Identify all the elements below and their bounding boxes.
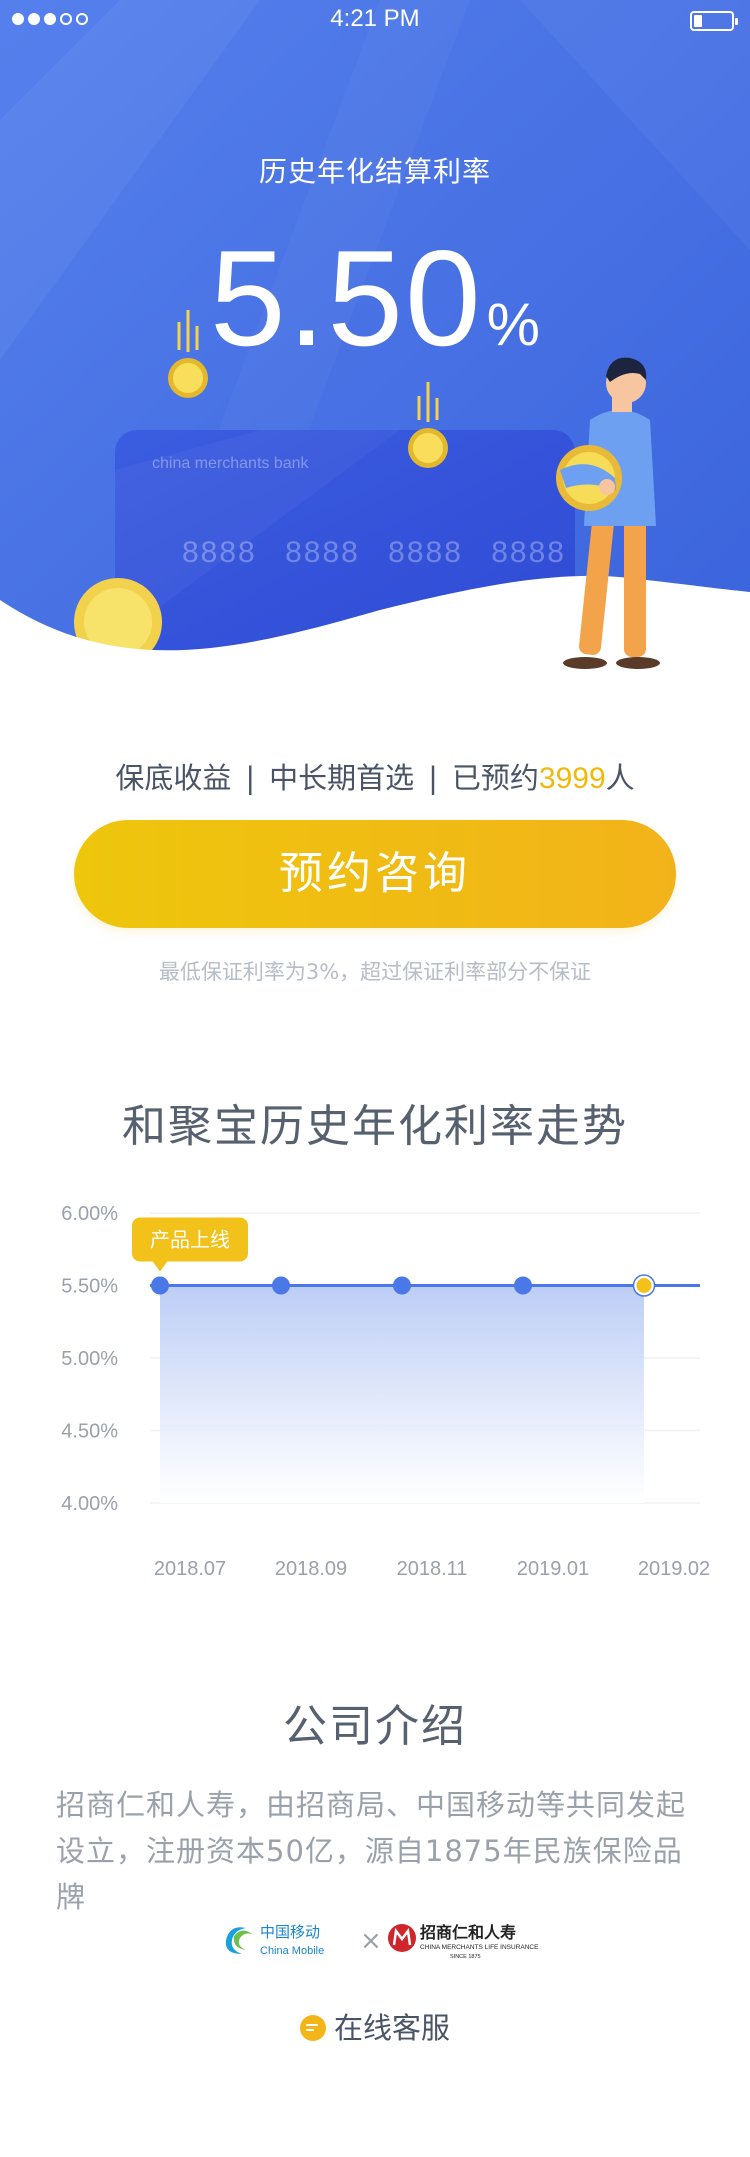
china-mobile-logo: 中国移动 China Mobile xyxy=(225,1923,324,1957)
y-tick-label: 5.50% xyxy=(61,1276,118,1298)
cross-icon: × xyxy=(360,1926,382,1956)
status-time: 4:21 PM xyxy=(330,5,420,32)
partner1-en: China Mobile xyxy=(260,1945,324,1957)
tagline-reserved-prefix: 已预约 xyxy=(451,761,539,795)
book-consultation-button[interactable]: 预约咨询 xyxy=(74,820,676,928)
x-tick-label: 2018.11 xyxy=(397,1558,468,1580)
card-number: 8888 8888 8888 8888 xyxy=(182,536,566,569)
customer-service-label: 在线客服 xyxy=(333,2011,450,2045)
tagline-separator: | xyxy=(428,761,438,795)
rate-trend-chart: 6.00% 5.50% 5.00% 4.50% 4.00% 2018.07 2018.09… xyxy=(61,1203,710,1580)
chart-annotation: 产品上线 xyxy=(132,1217,248,1272)
customer-service-link[interactable]: 在线客服 xyxy=(0,2005,750,2047)
disclaimer-text: 最低保证利率为3%，超过保证利率部分不保证 xyxy=(158,960,592,984)
y-tick-label: 4.50% xyxy=(61,1421,118,1443)
y-tick-label: 5.00% xyxy=(61,1348,118,1370)
x-tick-label: 2018.09 xyxy=(275,1558,347,1580)
tagline-reserved-suffix: 人 xyxy=(605,761,635,795)
chart-point xyxy=(393,1276,411,1295)
rate-value: 5.50% xyxy=(0,220,750,376)
partner2-en: CHINA MERCHANTS LIFE INSURANCE xyxy=(420,1944,539,1951)
intro-line: 招商仁和人寿，由招商局、中国移动等共同发起 xyxy=(56,1788,687,1822)
tagline-term: 中长期首选 xyxy=(269,761,415,795)
annotation-label: 产品上线 xyxy=(150,1228,230,1252)
rate-label: 历史年化结算利率 xyxy=(258,155,491,188)
y-tick-label: 6.00% xyxy=(61,1203,118,1225)
status-bar: 4:21 PM xyxy=(0,0,750,40)
chart-point xyxy=(633,1275,655,1296)
x-tick-label: 2019.02 xyxy=(638,1558,710,1580)
hero-banner: 4:21 PM 历史年化结算利率 5.50% china merchants b… xyxy=(0,0,750,700)
chart-point xyxy=(272,1276,290,1295)
card-bank-text: china merchants bank xyxy=(152,455,309,472)
tagline: 保底收益 | 中长期首选 | 已预约3999人 xyxy=(0,755,750,797)
tagline-separator: | xyxy=(245,761,256,795)
battery-icon xyxy=(690,11,738,31)
tagline-guarantee: 保底收益 xyxy=(115,761,232,795)
y-tick-label: 4.00% xyxy=(61,1493,118,1515)
chart-point xyxy=(514,1276,532,1295)
x-tick-label: 2018.07 xyxy=(154,1558,226,1580)
x-tick-label: 2019.01 xyxy=(517,1558,589,1580)
intro-line: 设立，注册资本50亿，源自1875年民族保险品牌 xyxy=(56,1834,683,1914)
cm-life-logo: 招商仁和人寿 CHINA MERCHANTS LIFE INSURANCE SI… xyxy=(388,1923,539,1960)
company-section-title: 公司介绍 xyxy=(283,1701,467,1752)
reserved-count: 3999 xyxy=(538,762,606,795)
partner-logos: 中国移动 China Mobile × 招商仁和人寿 CHINA MERCHAN… xyxy=(225,1923,539,1960)
rate-number: 5.50 xyxy=(209,222,483,374)
chart-section-title: 和聚宝历史年化利率走势 xyxy=(122,1101,628,1152)
partner1-cn: 中国移动 xyxy=(260,1923,320,1941)
partner2-since: SINCE 1875 xyxy=(450,1954,481,1960)
partner2-cn: 招商仁和人寿 xyxy=(420,1923,516,1942)
chat-bubble-icon xyxy=(299,2015,326,2041)
rate-unit: % xyxy=(486,291,541,358)
chart-point xyxy=(151,1276,169,1295)
company-intro: 招商仁和人寿，由招商局、中国移动等共同发起 设立，注册资本50亿，源自1875年… xyxy=(56,1782,706,1920)
chart-area-fill xyxy=(160,1285,644,1503)
